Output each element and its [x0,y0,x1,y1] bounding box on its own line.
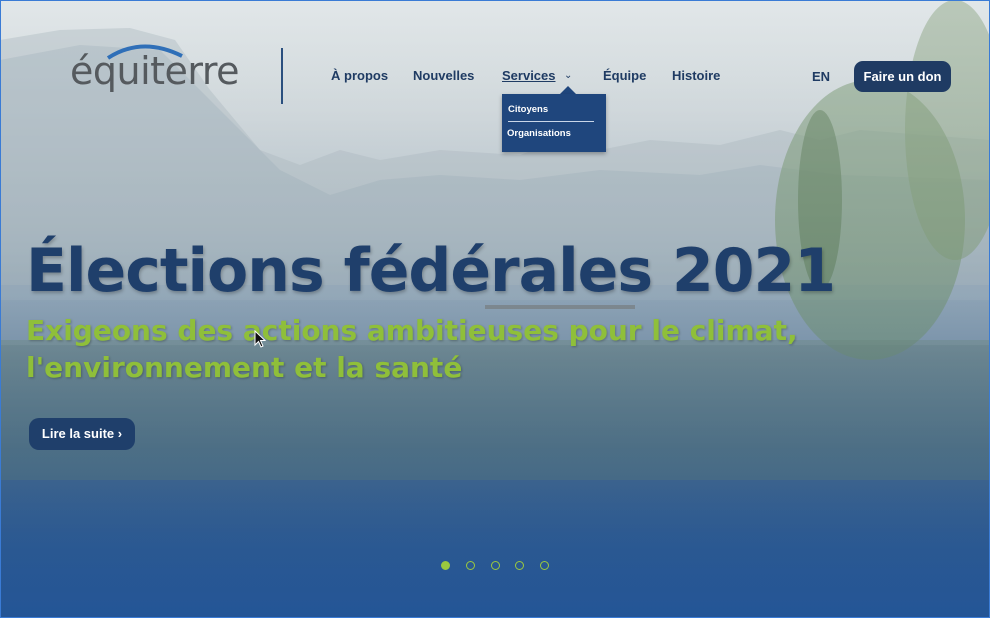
dropdown-divider [508,121,594,122]
nav-item-services[interactable]: Services [502,68,556,83]
carousel-dot[interactable] [441,561,450,570]
hero-subtitle: Exigeons des actions ambitieuses pour le… [26,314,798,384]
dropdown-item-organisations[interactable]: Organisations [507,128,571,139]
dropdown-item-citoyens[interactable]: Citoyens [508,104,548,115]
chevron-down-icon[interactable]: ⌄ [564,70,572,81]
donate-button[interactable]: Faire un don [854,61,951,92]
mouse-cursor-icon [254,330,267,348]
services-dropdown: Citoyens Organisations [502,94,606,152]
carousel-dot[interactable] [491,561,500,570]
carousel-dot[interactable] [515,561,524,570]
nav-item-histoire[interactable]: Histoire [672,68,720,83]
hero-title: Élections fédérales 2021 [26,236,836,306]
dropdown-pointer [560,86,576,94]
nav-item-a-propos[interactable]: À propos [331,68,388,83]
language-switch[interactable]: EN [812,69,830,84]
carousel-dot[interactable] [540,561,549,570]
header-divider [281,48,283,104]
carousel-dot[interactable] [466,561,475,570]
logo-text: équiterre [70,49,240,93]
read-more-button[interactable]: Lire la suite › [29,418,135,450]
nav-item-equipe[interactable]: Équipe [603,68,646,83]
nav-item-nouvelles[interactable]: Nouvelles [413,68,474,83]
equiterre-logo[interactable]: équiterre [70,38,240,100]
